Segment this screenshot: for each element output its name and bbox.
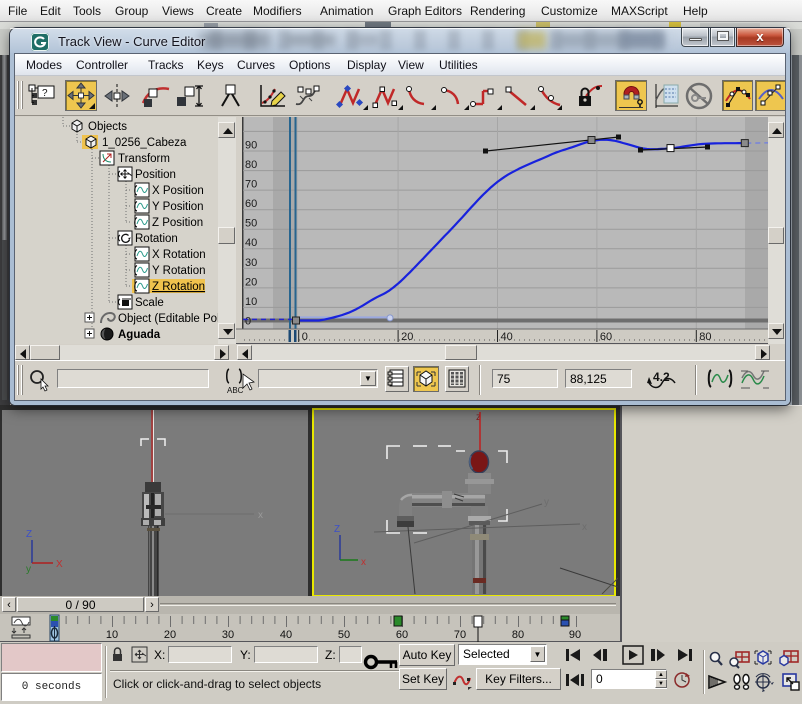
svg-text:70: 70 bbox=[454, 629, 466, 641]
svg-text:40: 40 bbox=[245, 237, 257, 249]
svg-text:y: y bbox=[26, 564, 31, 575]
svg-text:60: 60 bbox=[245, 198, 257, 210]
svg-text:90: 90 bbox=[245, 140, 257, 152]
svg-text:x: x bbox=[582, 522, 587, 533]
svg-text:0: 0 bbox=[302, 331, 308, 343]
svg-text:50: 50 bbox=[245, 218, 257, 230]
svg-text:90: 90 bbox=[569, 629, 581, 641]
svg-text:X Position: X Position bbox=[152, 185, 204, 197]
svg-text:20: 20 bbox=[401, 331, 413, 343]
svg-text:Aguada: Aguada bbox=[118, 329, 161, 341]
svg-text:ABC: ABC bbox=[227, 386, 244, 395]
svg-text:4.2: 4.2 bbox=[653, 370, 670, 384]
svg-text:X: X bbox=[56, 559, 63, 570]
svg-text:1_0256_Cabeza: 1_0256_Cabeza bbox=[102, 137, 187, 149]
svg-text:Z: Z bbox=[334, 524, 340, 535]
svg-text:40: 40 bbox=[501, 331, 513, 343]
svg-text:40: 40 bbox=[280, 629, 292, 641]
svg-text:Scale: Scale bbox=[135, 297, 164, 309]
svg-text:0: 0 bbox=[245, 315, 251, 327]
svg-text:Position: Position bbox=[135, 169, 176, 181]
svg-text:x: x bbox=[361, 557, 366, 568]
svg-text:y: y bbox=[544, 497, 549, 508]
svg-text:80: 80 bbox=[512, 629, 524, 641]
svg-text:30: 30 bbox=[222, 629, 234, 641]
svg-text:60: 60 bbox=[600, 331, 612, 343]
svg-text:Y Position: Y Position bbox=[152, 201, 204, 213]
svg-text:Z Position: Z Position bbox=[152, 217, 203, 229]
svg-text:20: 20 bbox=[245, 276, 257, 288]
svg-text:X Rotation: X Rotation bbox=[152, 249, 206, 261]
svg-text:Z Rotation: Z Rotation bbox=[152, 281, 205, 293]
svg-text:20: 20 bbox=[164, 629, 176, 641]
svg-text:Z: Z bbox=[26, 529, 32, 540]
svg-text:x: x bbox=[258, 510, 263, 521]
svg-text:Y Rotation: Y Rotation bbox=[152, 265, 206, 277]
svg-text:Objects: Objects bbox=[88, 121, 127, 133]
svg-text:30: 30 bbox=[245, 257, 257, 269]
svg-text:Object (Editable Poly): Object (Editable Poly) bbox=[118, 313, 218, 325]
svg-text:10: 10 bbox=[106, 629, 118, 641]
svg-text:?: ? bbox=[42, 88, 48, 99]
svg-text:Rotation: Rotation bbox=[135, 233, 178, 245]
svg-text:80: 80 bbox=[245, 159, 257, 171]
svg-text:60: 60 bbox=[396, 629, 408, 641]
svg-text:80: 80 bbox=[699, 331, 711, 343]
svg-text:70: 70 bbox=[245, 179, 257, 191]
svg-text:Transform: Transform bbox=[118, 153, 170, 165]
svg-text:10: 10 bbox=[245, 296, 257, 308]
svg-text:50: 50 bbox=[338, 629, 350, 641]
